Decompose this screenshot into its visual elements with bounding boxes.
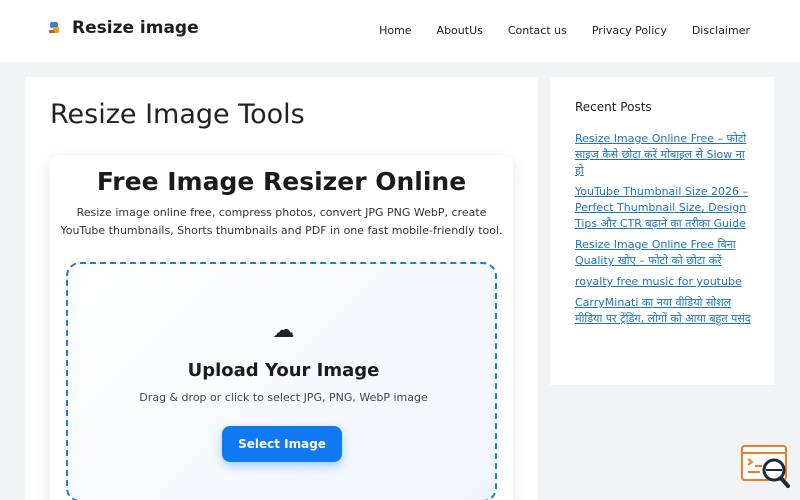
nav-privacy-policy[interactable]: Privacy Policy: [592, 24, 667, 37]
brand[interactable]: Resize image: [48, 18, 199, 38]
list-item: CarryMinati का नया वीडियो सोशल मीडिया पर…: [575, 295, 755, 327]
site-title[interactable]: Resize image: [72, 18, 199, 38]
tool-description: Resize image online free, compress photo…: [60, 206, 503, 237]
tool-heading: Free Image Resizer Online: [96, 167, 467, 196]
list-item: Resize Image Online Free – फोटो साइज कैस…: [575, 131, 755, 179]
site-header: Resize image Home AboutUs Contact us Pri…: [0, 0, 800, 62]
recent-post-link[interactable]: royalty free music for youtube: [575, 274, 755, 290]
recent-post-link[interactable]: Resize Image Online Free – फोटो साइज कैस…: [575, 131, 755, 179]
page-title: Resize Image Tools: [50, 99, 305, 130]
sidebar: Recent Posts Resize Image Online Free – …: [550, 77, 774, 385]
main-content: Resize Image Tools Free Image Resizer On…: [25, 77, 538, 500]
recent-posts-list: Resize Image Online Free – फोटो साइज कैस…: [575, 131, 755, 332]
select-image-button[interactable]: Select Image: [222, 426, 342, 462]
upload-title: Upload Your Image: [187, 360, 380, 381]
recent-post-link[interactable]: CarryMinati का नया वीडियो सोशल मीडिया पर…: [575, 295, 755, 327]
list-item: YouTube Thumbnail Size 2026 – Perfect Th…: [575, 184, 755, 232]
recent-post-link[interactable]: YouTube Thumbnail Size 2026 – Perfect Th…: [575, 184, 755, 232]
list-item: Resize Image Online Free बिना Quality खो…: [575, 237, 755, 269]
nav-disclaimer[interactable]: Disclaimer: [692, 24, 750, 37]
logo-icon: [48, 21, 62, 35]
nav-home[interactable]: Home: [379, 24, 411, 37]
upload-dropzone[interactable]: ☁ Upload Your Image Drag & drop or click…: [66, 262, 497, 500]
search-document-icon[interactable]: [738, 442, 792, 490]
list-item: royalty free music for youtube: [575, 274, 755, 290]
nav-contact-us[interactable]: Contact us: [508, 24, 567, 37]
recent-posts-title: Recent Posts: [575, 100, 652, 114]
recent-post-link[interactable]: Resize Image Online Free बिना Quality खो…: [575, 237, 755, 269]
nav-aboutus[interactable]: AboutUs: [437, 24, 483, 37]
resizer-tool-card: Free Image Resizer Online Resize image o…: [50, 155, 513, 500]
main-nav: Home AboutUs Contact us Privacy Policy D…: [379, 24, 750, 37]
cloud-icon: ☁: [272, 318, 295, 343]
upload-hint: Drag & drop or click to select JPG, PNG,…: [139, 391, 428, 404]
